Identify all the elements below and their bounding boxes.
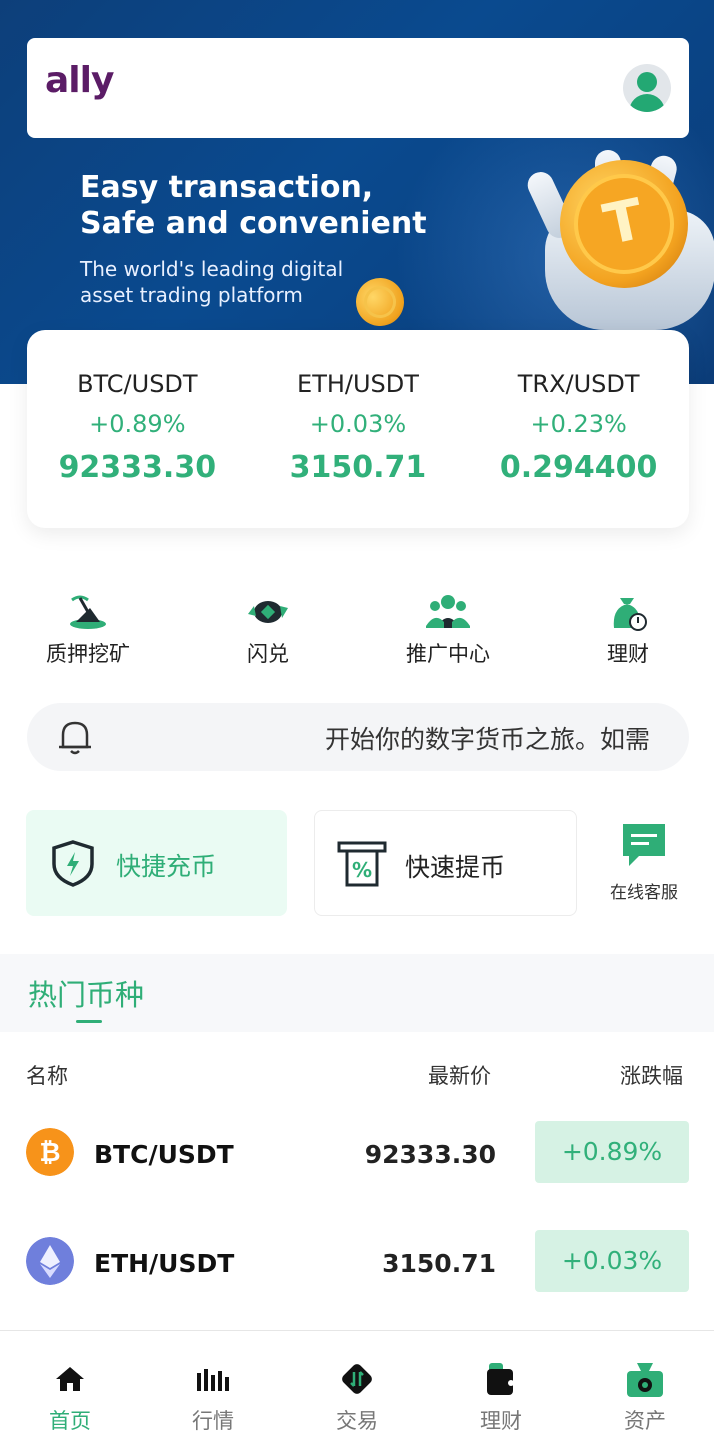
assets-icon [627,1363,663,1397]
bottom-tab-bar: 首页 行情 交易 理财 资产 [0,1330,714,1448]
column-header-name: 名称 [26,1064,68,1088]
market-chart-icon [197,1369,229,1391]
ticker-price: 3150.71 [289,450,427,485]
coin-name: ETH/USDT [94,1249,235,1278]
notice-bar[interactable]: 开始你的数字货币之旅。如需 [27,703,689,771]
menu-item-flash-swap[interactable]: 闪兑 [188,590,348,668]
tab-trade[interactable]: 交易 [307,1361,407,1435]
tether-coin-face: T [564,164,684,284]
user-avatar-icon[interactable] [623,64,671,112]
ticker-price: 0.294400 [499,450,658,485]
ticker-change: +0.03% [309,410,407,438]
ally-logo[interactable]: ally [45,60,114,101]
quick-menu: 质押挖矿 闪兑 推广中心 理财 [0,590,714,670]
top-header: ally [27,38,689,138]
home-icon [56,1367,84,1391]
ticker-pair: TRX/USDT [517,370,640,398]
svg-text:₿: ₿ [39,1138,60,1168]
quick-deposit-button[interactable]: 快捷充币 [26,810,287,916]
ticker-pair: ETH/USDT [297,370,419,398]
tab-label: 交易 [336,1409,378,1433]
menu-item-finance[interactable]: 理财 [548,590,708,668]
active-tab-indicator [76,1020,102,1023]
quick-withdraw-button[interactable]: % 快速提币 [314,810,577,916]
ticker-btc[interactable]: BTC/USDT +0.89% 92333.30 [37,370,237,528]
atm-withdraw-icon: % [337,841,387,887]
change-badge: +0.89% [535,1121,689,1183]
menu-item-label: 质押挖矿 [46,642,130,666]
ticker-pair: BTC/USDT [77,370,198,398]
ticker-card: BTC/USDT +0.89% 92333.30 ETH/USDT +0.03%… [27,330,689,528]
ticker-change: +0.89% [89,410,186,438]
referral-icon [426,595,470,628]
tab-assets[interactable]: 资产 [595,1361,695,1435]
avatar-head [637,72,657,92]
tab-label: 理财 [480,1409,522,1433]
menu-item-label: 理财 [607,642,649,666]
deposit-label: 快捷充币 [116,852,217,881]
banner-title: Easy transaction, Safe and convenient [80,170,427,241]
bitcoin-icon: ₿ [26,1128,74,1176]
chat-bubble-icon [623,824,665,866]
ethereum-icon [26,1237,74,1285]
withdraw-label: 快速提币 [405,853,506,882]
ticker-price: 92333.30 [58,450,217,485]
shield-icon [52,840,94,887]
tab-home[interactable]: 首页 [20,1361,120,1435]
notice-text: 开始你的数字货币之旅。如需 [325,725,651,754]
ticker-trx[interactable]: TRX/USDT +0.23% 0.294400 [479,370,679,528]
column-header-price: 最新价 [428,1064,491,1088]
service-label: 在线客服 [610,883,678,903]
coin-name: BTC/USDT [94,1140,234,1169]
menu-item-mining[interactable]: 质押挖矿 [8,590,168,668]
tab-market[interactable]: 行情 [163,1361,263,1435]
tab-label: 行情 [192,1409,234,1433]
column-header-change: 涨跌幅 [620,1064,683,1088]
svg-text:%: % [352,858,372,882]
hot-coins-tab[interactable]: 热门币种 [28,972,144,1014]
bell-icon [59,721,91,755]
tether-symbol: T [598,186,650,259]
wallet-icon [487,1363,514,1395]
mining-icon [70,595,106,629]
hot-coins-header: 热门币种 [0,954,714,1032]
flash-swap-icon [248,601,288,623]
change-badge: +0.03% [535,1230,689,1292]
coin-price: 92333.30 [364,1140,496,1169]
ticker-eth[interactable]: ETH/USDT +0.03% 3150.71 [258,370,458,528]
menu-item-referral[interactable]: 推广中心 [368,590,528,668]
online-service-button[interactable]: 在线客服 [600,822,688,903]
tab-finance[interactable]: 理财 [451,1361,551,1435]
coin-price: 3150.71 [382,1249,496,1278]
menu-item-label: 推广中心 [406,642,490,666]
table-row[interactable]: ETH/USDT 3150.71 +0.03% [0,1217,714,1307]
money-bag-icon [613,598,647,631]
ticker-change: +0.23% [530,410,627,438]
trade-icon [342,1364,372,1394]
banner-subtitle: The world's leading digital asset tradin… [80,257,344,307]
menu-item-label: 闪兑 [247,642,289,666]
table-row[interactable]: ₿ BTC/USDT 92333.30 +0.89% [0,1108,714,1198]
tab-label: 资产 [624,1409,666,1433]
tab-label: 首页 [49,1409,91,1433]
avatar-body [629,94,665,112]
